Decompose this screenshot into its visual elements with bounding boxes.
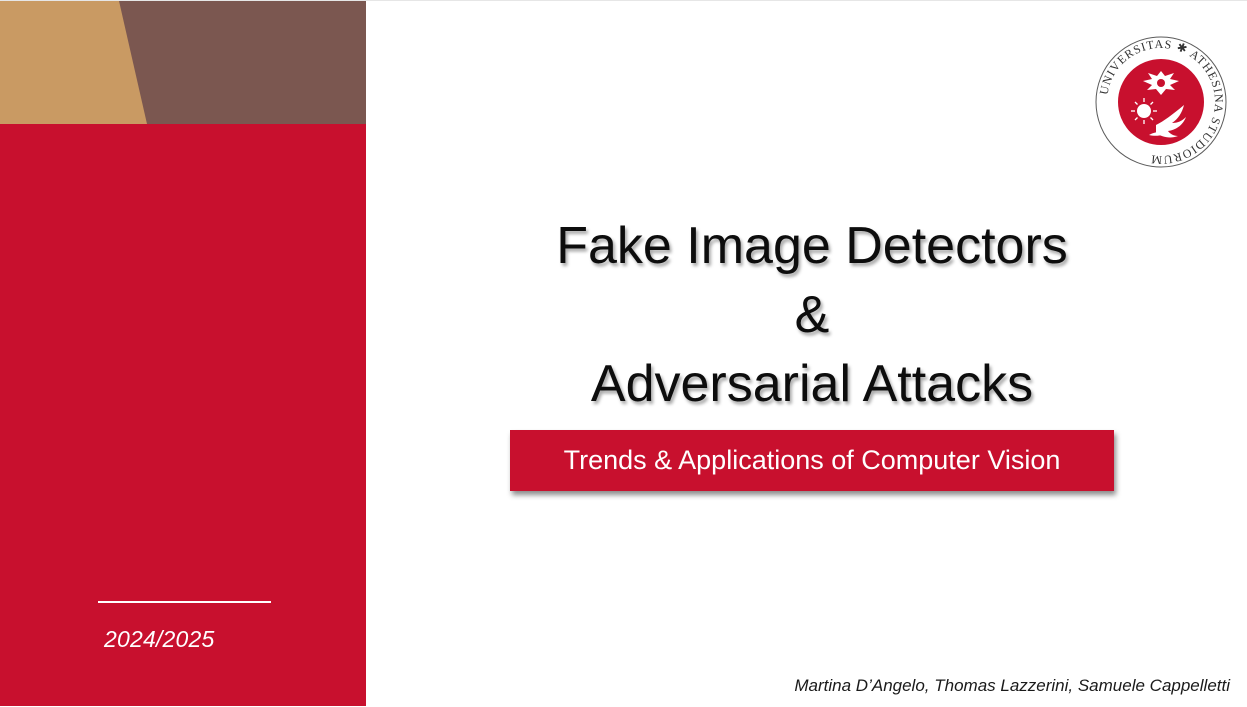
academic-year: 2024/2025 — [104, 626, 215, 652]
title-line-2: & — [794, 286, 830, 344]
subtitle-banner: Trends & Applications of Computer Vision — [510, 430, 1114, 491]
left-decorative-panel: 2024/2025 — [0, 1, 366, 706]
year-divider-line — [98, 601, 271, 603]
title-slide: 2024/2025 UNIVERSITAS ✱ ATHESINA STUDIOR… — [0, 0, 1247, 707]
slide-title: Fake Image Detectors & Adversarial Attac… — [420, 212, 1204, 419]
color-band-graphic — [0, 1, 366, 124]
authors-line: Martina D’Angelo, Thomas Lazzerini, Samu… — [794, 676, 1230, 695]
title-line-1: Fake Image Detectors — [556, 217, 1068, 275]
title-line-3: Adversarial Attacks — [590, 355, 1034, 413]
university-seal-icon: UNIVERSITAS ✱ ATHESINA STUDIORUM — [1095, 36, 1227, 168]
